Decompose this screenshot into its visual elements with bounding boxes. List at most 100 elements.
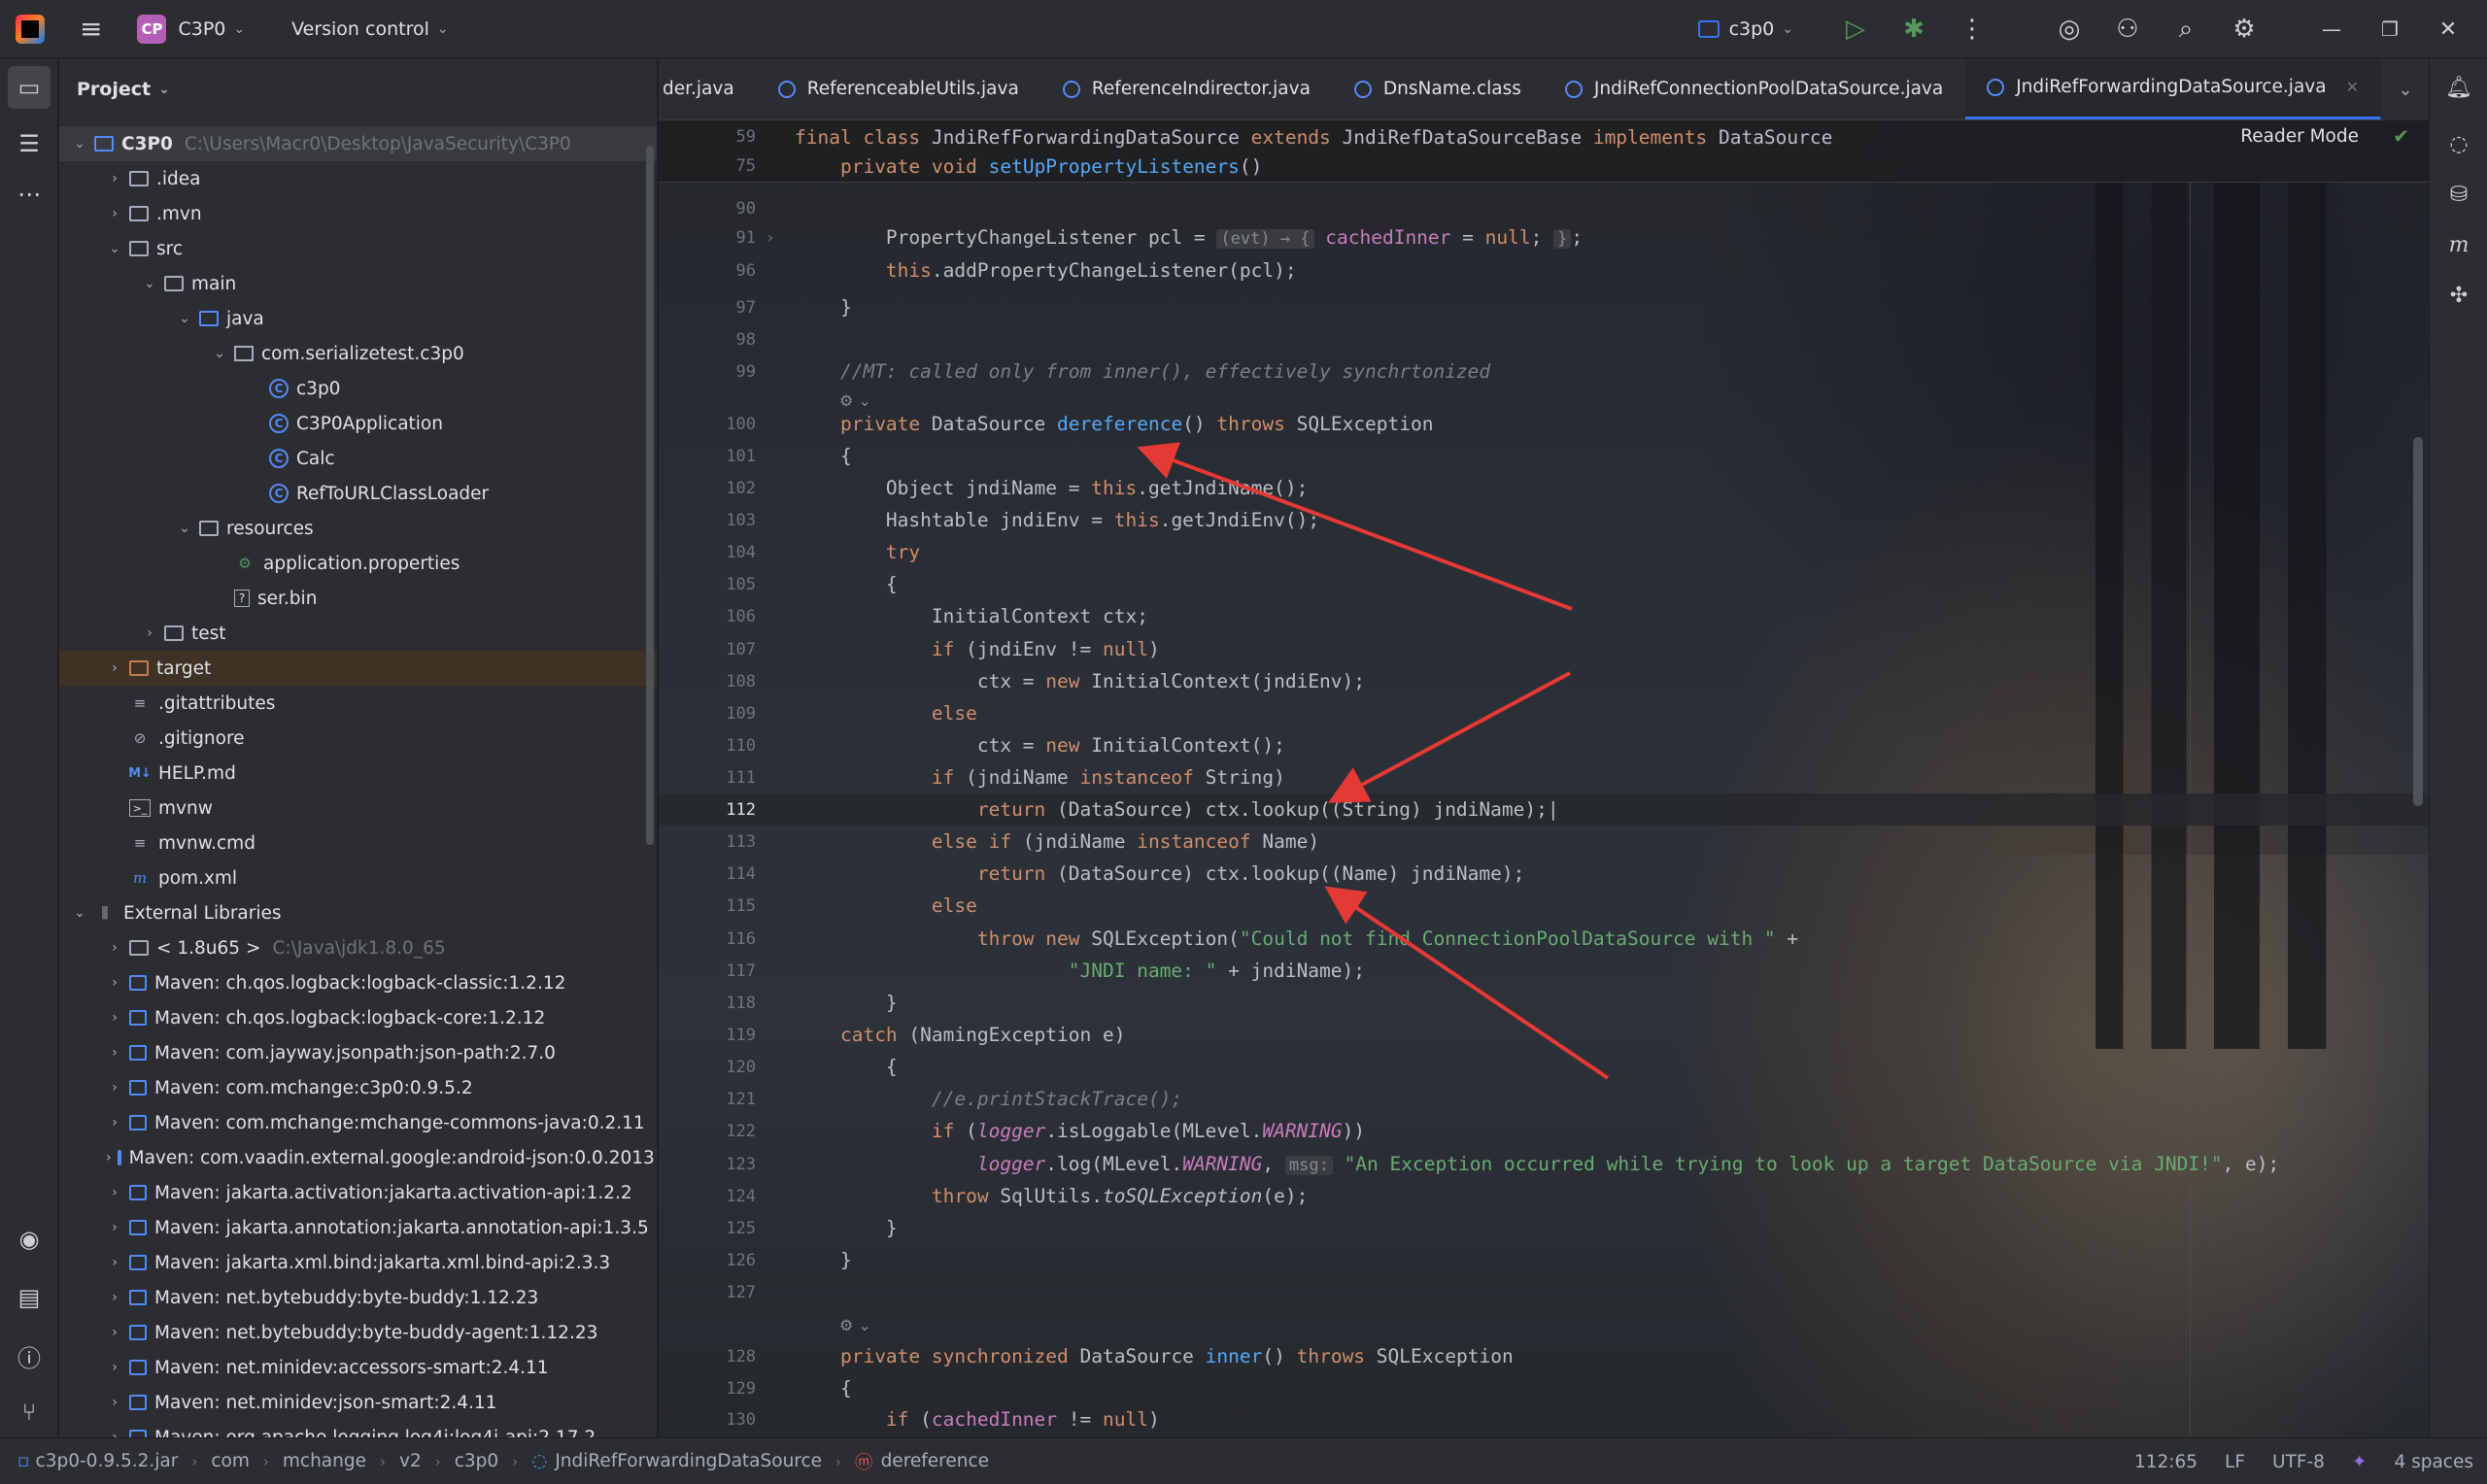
chevron-right-icon[interactable]: ›	[106, 975, 123, 991]
tree-item[interactable]: › Maven: net.bytebuddy:byte-buddy:1.12.23	[59, 1280, 657, 1315]
code-line[interactable]: 102 Object jndiName = this.getJndiName()…	[659, 472, 2429, 504]
tree-item[interactable]: Cc3p0	[59, 371, 657, 406]
code-line[interactable]: 91 PropertyChangeListener pcl = (evt) → …	[659, 221, 2429, 253]
code-line[interactable]: 112 return (DataSource) ctx.lookup((Stri…	[659, 793, 2429, 826]
jetbrains-logo-icon[interactable]	[16, 14, 45, 44]
chevron-right-icon[interactable]: ›	[106, 1325, 123, 1340]
code-line[interactable]: 98	[659, 323, 2429, 355]
run-config-selector[interactable]: c3p0 ⌄	[1697, 18, 1793, 40]
code-line[interactable]: 120 {	[659, 1051, 2429, 1083]
tree-item[interactable]: ⌄ C3P0 C:\Users\Macr0\Desktop\JavaSecurity…	[59, 126, 657, 161]
problems-icon[interactable]: ⓘ	[8, 1334, 51, 1377]
fold-chevron-icon[interactable]: ›	[766, 228, 775, 247]
add-user-icon[interactable]: ⚇	[2098, 0, 2157, 58]
editor-tab[interactable]: JndiRefConnectionPoolDataSource.java	[1544, 58, 1965, 119]
code-line[interactable]: 97 }	[659, 291, 2429, 323]
editor-scrollbar[interactable]	[2413, 437, 2423, 806]
tree-item[interactable]: › Maven: org.apache.logging.log4j:log4j-a…	[59, 1420, 657, 1437]
tree-item[interactable]: › .mvn	[59, 196, 657, 231]
tree-item[interactable]: › Maven: com.vaadin.external.google:andro…	[59, 1140, 657, 1175]
code-line[interactable]: 126 }	[659, 1244, 2429, 1276]
code-line[interactable]: 107 if (jndiEnv != null)	[659, 633, 2429, 665]
tree-item[interactable]: › Maven: ch.qos.logback:logback-core:1.2.…	[59, 1000, 657, 1035]
editor-tab[interactable]: ReferenceIndirector.java	[1041, 58, 1333, 119]
inspection-ok-icon[interactable]: ✔	[2393, 124, 2409, 148]
chevron-right-icon[interactable]: ›	[106, 1290, 123, 1305]
project-scrollbar[interactable]	[646, 146, 654, 845]
tree-item[interactable]: › Maven: com.mchange:c3p0:0.9.5.2	[59, 1070, 657, 1105]
chevron-right-icon[interactable]: ›	[106, 171, 123, 186]
tree-item[interactable]: › test	[59, 616, 657, 651]
code-line[interactable]: 115 else	[659, 890, 2429, 922]
chevron-right-icon[interactable]: ›	[141, 625, 158, 641]
tree-item[interactable]: ⊘ .gitignore	[59, 721, 657, 756]
chevron-right-icon[interactable]: ›	[106, 660, 123, 676]
code-line[interactable]: 119 catch (NamingException e)	[659, 1019, 2429, 1051]
breadcrumb-item[interactable]: JndiRefForwardingDataSource	[555, 1451, 822, 1471]
code-line[interactable]: 109 else	[659, 697, 2429, 729]
chevron-right-icon[interactable]: ›	[106, 1010, 123, 1026]
chevron-right-icon[interactable]: ›	[106, 1115, 123, 1130]
chevron-right-icon[interactable]: ›	[106, 1080, 123, 1096]
code-line[interactable]: 117 "JNDI name: " + jndiName);	[659, 955, 2429, 987]
ai-status-icon[interactable]: ✦	[2352, 1452, 2368, 1472]
code-line[interactable]: 108 ctx = new InitialContext(jndiEnv);	[659, 665, 2429, 697]
reader-mode-toggle[interactable]: Reader Mode	[2240, 126, 2359, 147]
debug-icon[interactable]: ✱	[1885, 0, 1943, 58]
editor-tab[interactable]: JndiRefForwardingDataSource.java ✕	[1965, 58, 2381, 119]
tree-item[interactable]: m pom.xml	[59, 860, 657, 895]
tree-item[interactable]: › Maven: net.minidev:json-smart:2.4.11	[59, 1385, 657, 1420]
code-line[interactable]: 129 {	[659, 1372, 2429, 1404]
tree-item[interactable]: › Maven: net.minidev:accessors-smart:2.4.…	[59, 1350, 657, 1385]
usages-hint-icon[interactable]: ⚙ ⌄	[839, 1316, 871, 1334]
tree-item[interactable]: › Maven: jakarta.activation:jakarta.activ…	[59, 1175, 657, 1210]
code-line[interactable]: 106 InitialContext ctx;	[659, 600, 2429, 632]
close-icon[interactable]: ✕	[2419, 0, 2477, 58]
chevron-right-icon[interactable]: ›	[106, 206, 123, 221]
chevron-right-icon[interactable]: ›	[106, 1255, 123, 1270]
breadcrumb-item[interactable]: c3p0	[455, 1451, 498, 1471]
tree-item[interactable]: › Maven: com.jayway.jsonpath:json-path:2.…	[59, 1035, 657, 1070]
structure-icon[interactable]: ☰	[8, 122, 51, 165]
services-run-icon[interactable]: ◉	[8, 1218, 51, 1261]
tree-item[interactable]: › Maven: com.mchange:mchange-commons-java…	[59, 1105, 657, 1140]
tree-item[interactable]: ⌄ src	[59, 231, 657, 266]
code-line[interactable]: 122 if (logger.isLoggable(MLevel.WARNING…	[659, 1115, 2429, 1147]
tree-item[interactable]: >_ mvnw	[59, 791, 657, 826]
chevron-right-icon[interactable]: ›	[106, 1430, 123, 1437]
settings-gear-icon[interactable]: ⚙	[2215, 0, 2273, 58]
chevron-right-icon[interactable]: ›	[106, 1045, 123, 1061]
tree-item[interactable]: ⌄ com.serializetest.c3p0	[59, 336, 657, 371]
breadcrumb-item[interactable]: mchange	[283, 1451, 366, 1471]
chevron-right-icon[interactable]: ›	[106, 1395, 123, 1410]
maven-icon[interactable]: m	[2437, 223, 2480, 266]
indent-setting[interactable]: 4 spaces	[2394, 1452, 2473, 1472]
tabs-overflow-chevron-icon[interactable]: ⌄	[2382, 58, 2429, 120]
chevron-right-icon[interactable]: ›	[106, 1220, 123, 1235]
breadcrumb-item[interactable]: com	[211, 1451, 250, 1471]
run-icon[interactable]: ▷	[1826, 0, 1885, 58]
tree-item[interactable]: › Maven: jakarta.annotation:jakarta.annot…	[59, 1210, 657, 1245]
code-line[interactable]: 125 }	[659, 1212, 2429, 1244]
tree-item[interactable]: › .idea	[59, 161, 657, 196]
chevron-right-icon[interactable]: ›	[106, 1150, 112, 1165]
caret-position[interactable]: 112:65	[2134, 1452, 2197, 1472]
tree-item[interactable]: ≡ .gitattributes	[59, 686, 657, 721]
search-icon[interactable]: ⌕	[2157, 0, 2215, 58]
more-tools-icon[interactable]: ⋯	[8, 173, 51, 216]
tree-item[interactable]: C Calc	[59, 441, 657, 476]
tree-item[interactable]: ? ser.bin	[59, 581, 657, 616]
line-separator[interactable]: LF	[2225, 1452, 2245, 1472]
code-line[interactable]: 118 }	[659, 987, 2429, 1019]
vcs-widget[interactable]: Version control ⌄	[291, 0, 449, 58]
more-actions-icon[interactable]: ⋮	[1943, 0, 2001, 58]
code-line[interactable]: 110 ctx = new InitialContext();	[659, 729, 2429, 761]
chevron-right-icon[interactable]: ›	[106, 940, 123, 956]
code-line[interactable]: 96 this.addPropertyChangeListener(pcl);	[659, 254, 2429, 287]
chevron-down-icon[interactable]: ⌄	[71, 905, 88, 921]
code-line[interactable]: 75 private void setUpPropertyListeners()	[659, 152, 2429, 181]
code-line[interactable]: 130 if (cachedInner != null)	[659, 1403, 2429, 1435]
breadcrumb-item[interactable]: v2	[399, 1451, 422, 1471]
project-folder-icon[interactable]: ▭	[8, 66, 51, 109]
tree-item[interactable]: ⌄ resources	[59, 511, 657, 546]
